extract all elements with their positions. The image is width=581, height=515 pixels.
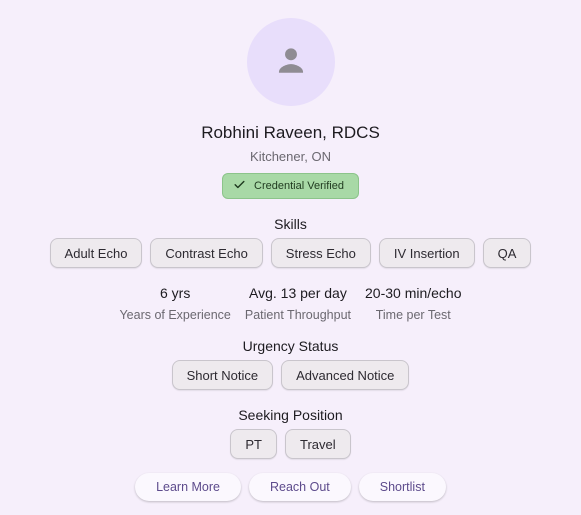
stats-row: 6 yrs Years of Experience Avg. 13 per da…	[119, 284, 461, 323]
credential-verified-label: Credential Verified	[254, 180, 344, 192]
skill-chip[interactable]: IV Insertion	[378, 238, 475, 268]
skill-chip[interactable]: Adult Echo	[49, 238, 143, 268]
skills-chip-row: Adult Echo Contrast Echo Stress Echo IV …	[49, 238, 532, 268]
profile-location: Kitchener, ON	[250, 149, 331, 164]
actions-row: Learn More Reach Out Shortlist	[135, 473, 446, 501]
avatar	[246, 18, 335, 106]
credential-verified-badge: Credential Verified	[222, 173, 359, 199]
shortlist-button[interactable]: Shortlist	[358, 473, 446, 501]
check-icon	[233, 178, 246, 194]
learn-more-button[interactable]: Learn More	[135, 473, 241, 501]
stat-label: Patient Throughput	[244, 308, 351, 322]
profile-card: Robhini Raveen, RDCS Kitchener, ON Crede…	[0, 0, 581, 515]
stat-experience: 6 yrs Years of Experience	[119, 284, 230, 323]
stat-time-per-test: 20-30 min/echo Time per Test	[365, 284, 462, 323]
skill-chip[interactable]: Stress Echo	[270, 238, 371, 268]
urgency-chip-advanced-notice[interactable]: Advanced Notice	[281, 360, 410, 390]
urgency-title: Urgency Status	[242, 338, 339, 354]
stat-value: 6 yrs	[160, 285, 191, 301]
stat-throughput: Avg. 13 per day Patient Throughput	[245, 284, 351, 323]
seeking-chip-row: PT Travel	[230, 429, 351, 459]
person-icon	[274, 43, 308, 82]
urgency-chip-short-notice[interactable]: Short Notice	[171, 360, 274, 390]
stat-value: 20-30 min/echo	[365, 285, 462, 301]
stat-label: Years of Experience	[119, 308, 231, 322]
stat-value: Avg. 13 per day	[249, 285, 347, 301]
seeking-chip-travel[interactable]: Travel	[284, 429, 351, 459]
reach-out-button[interactable]: Reach Out	[249, 473, 351, 501]
urgency-chip-row: Short Notice Advanced Notice	[171, 360, 410, 390]
skill-chip[interactable]: Contrast Echo	[150, 238, 263, 268]
seeking-chip-pt[interactable]: PT	[230, 429, 277, 459]
skill-chip[interactable]: QA	[482, 238, 532, 268]
stat-label: Time per Test	[375, 308, 451, 322]
profile-name: Robhini Raveen, RDCS	[201, 123, 380, 142]
skills-title: Skills	[274, 216, 307, 232]
seeking-title: Seeking Position	[238, 407, 343, 423]
